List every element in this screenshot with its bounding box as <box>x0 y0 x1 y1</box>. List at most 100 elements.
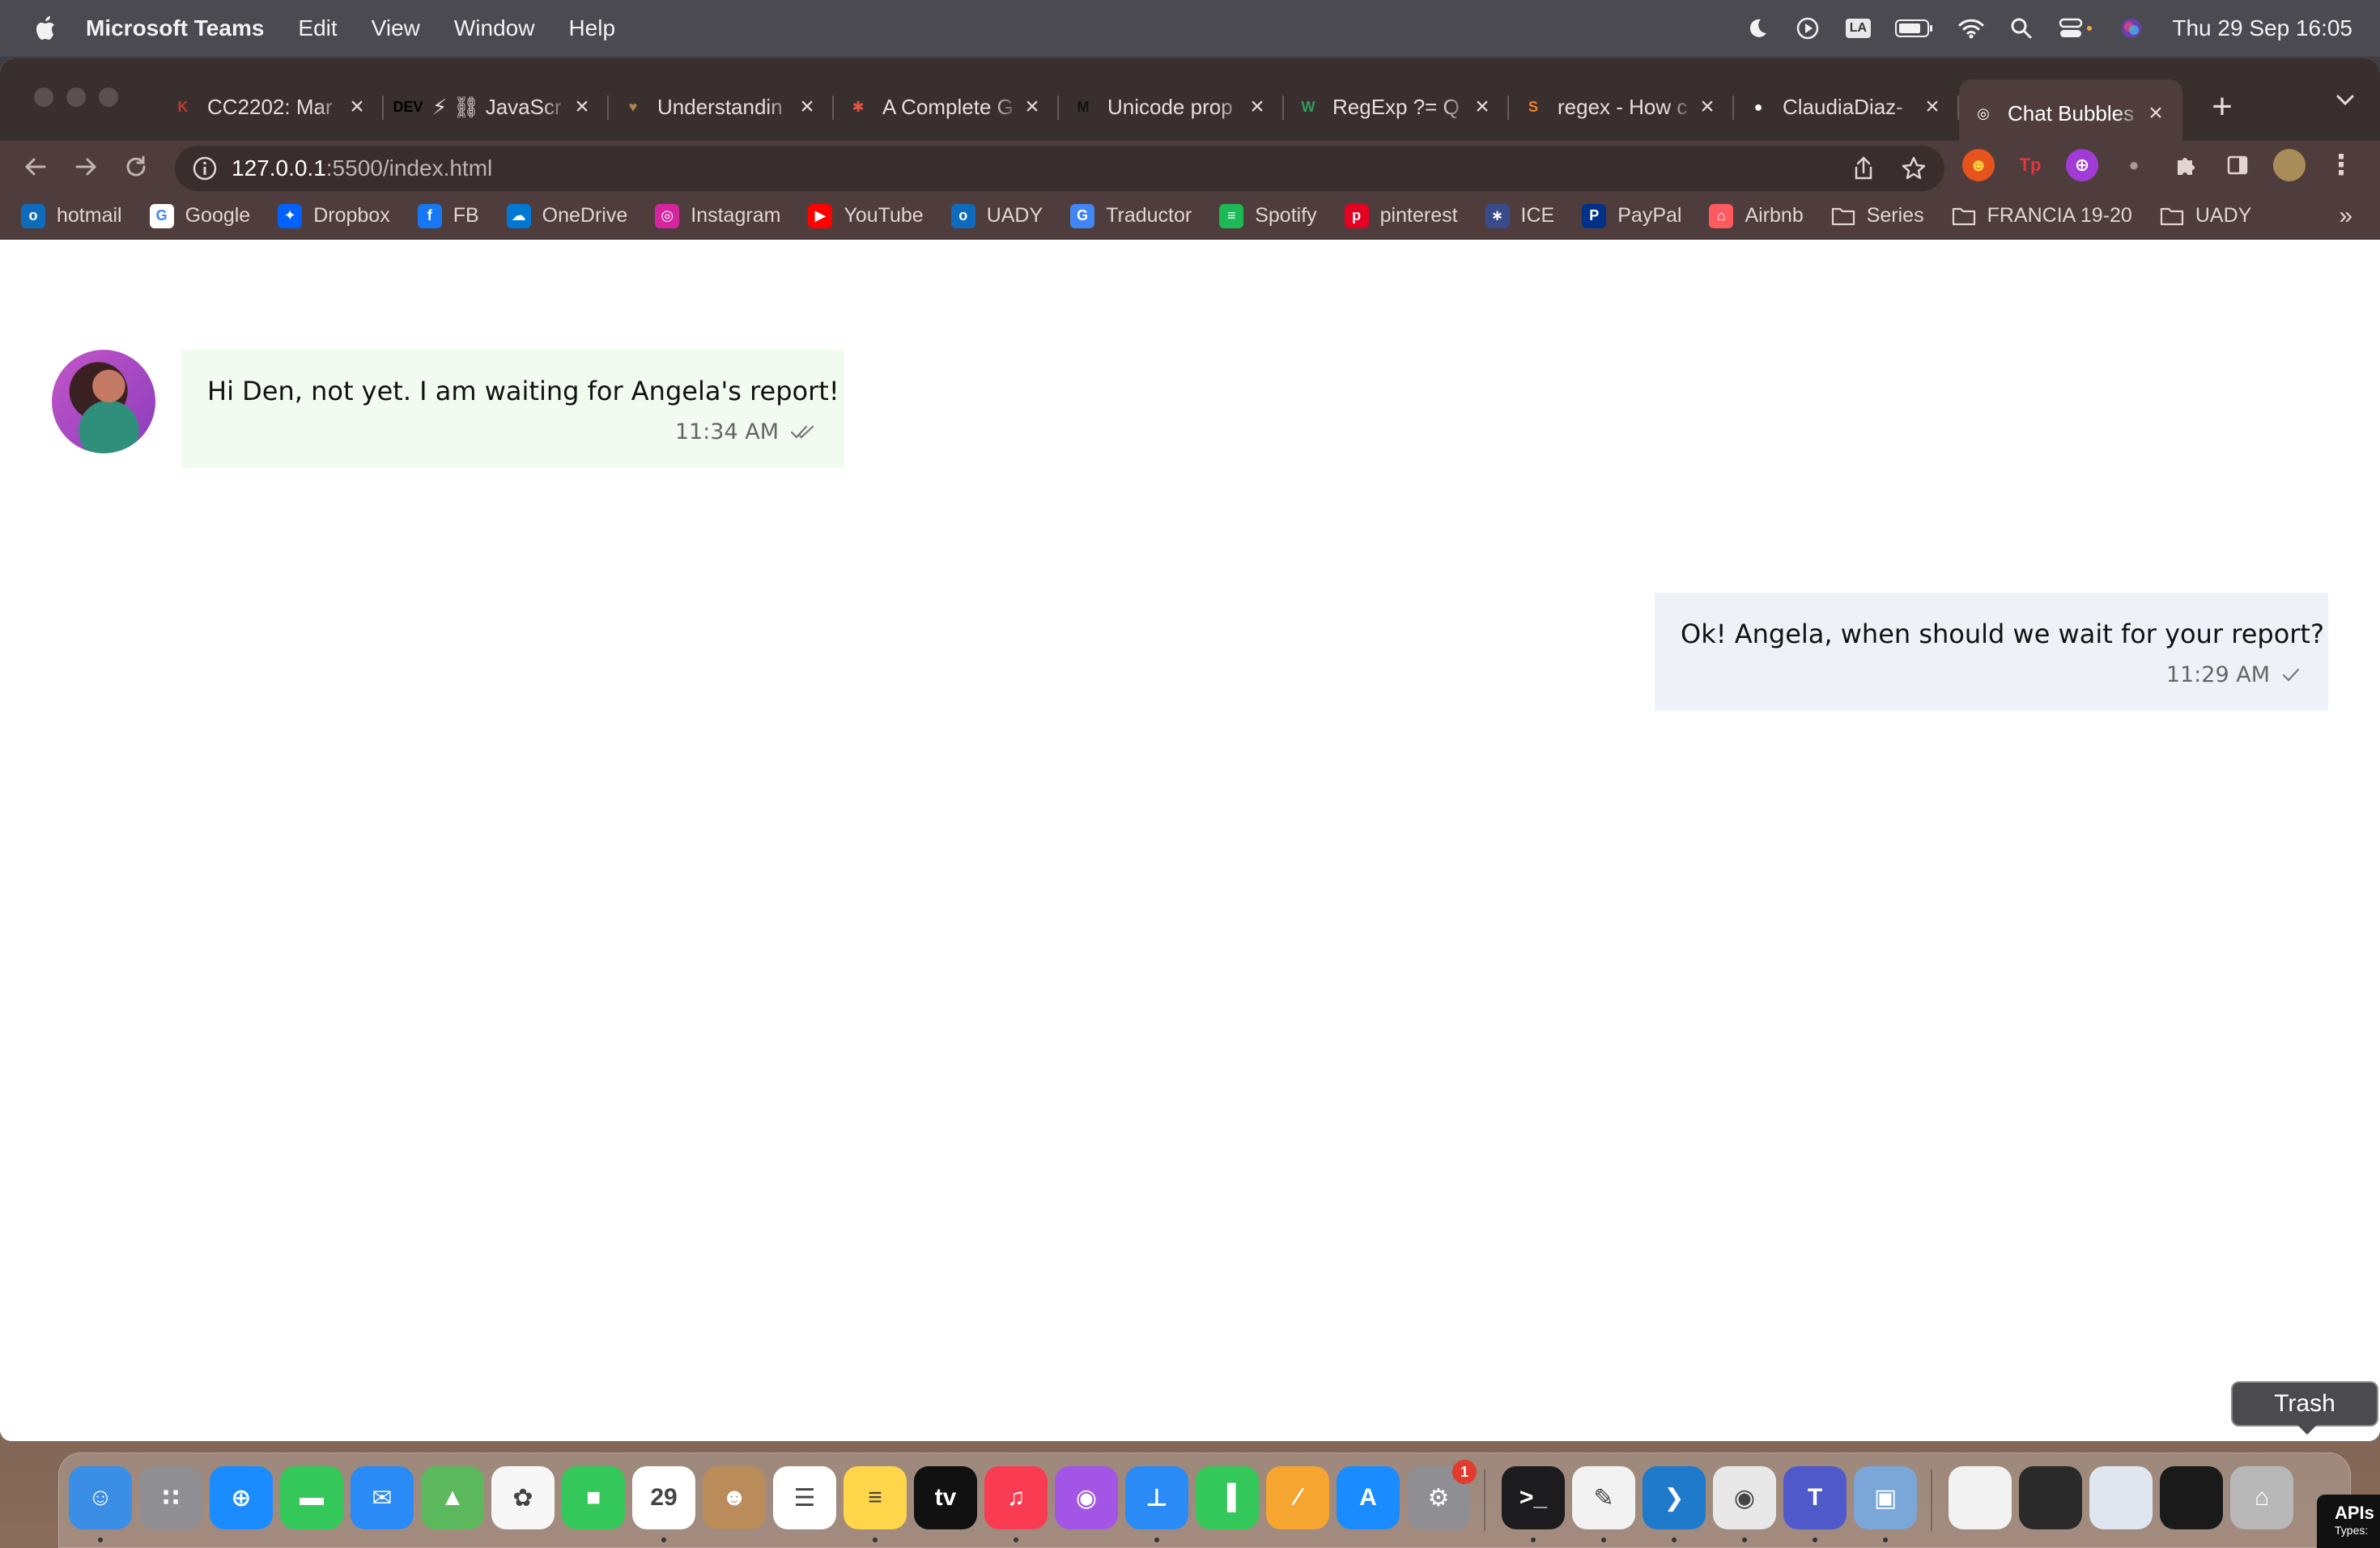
extension-purple-icon[interactable]: ⊕ <box>2066 149 2098 181</box>
forward-button[interactable] <box>71 152 100 181</box>
menu-window[interactable]: Window <box>454 15 535 41</box>
tab-close-icon[interactable]: × <box>570 93 594 121</box>
dock-reminders-icon[interactable]: ☰ <box>773 1466 836 1529</box>
profile-avatar[interactable] <box>2273 149 2306 181</box>
battery-icon[interactable] <box>1895 15 1934 41</box>
tab-close-icon[interactable]: × <box>1245 93 1269 121</box>
bookmarks-overflow-button[interactable]: » <box>2339 202 2352 230</box>
tab-3[interactable]: ♥ Understandin × <box>609 79 834 134</box>
dock-trash-icon[interactable]: ⌂ <box>2230 1466 2293 1529</box>
dock-app-store-icon[interactable]: A <box>1337 1466 1400 1529</box>
dock-mail-icon[interactable]: ✉ <box>351 1466 414 1529</box>
bookmark-francia-19-20[interactable]: FRANCIA 19-20 <box>1952 204 2132 228</box>
dock-notes-icon[interactable]: ≡ <box>844 1466 907 1529</box>
bookmark-instagram[interactable]: ◎ Instagram <box>655 203 780 228</box>
bookmark-ice[interactable]: ∗ ICE <box>1485 203 1554 228</box>
dock-pages-icon[interactable]: ∕ <box>1266 1466 1329 1529</box>
dock-podcasts-icon[interactable]: ◉ <box>1055 1466 1118 1529</box>
zoom-window-button[interactable] <box>99 87 118 107</box>
bookmark-onedrive[interactable]: ☁ OneDrive <box>506 203 627 228</box>
dock-photos-icon[interactable]: ✿ <box>491 1466 555 1529</box>
control-center-icon[interactable] <box>2059 15 2094 41</box>
dock-system-settings-icon[interactable]: ⚙ 1 <box>1407 1460 1477 1529</box>
tab-close-icon[interactable]: × <box>1020 93 1044 121</box>
extension-gray-icon[interactable]: ● <box>2118 149 2150 181</box>
back-button[interactable] <box>21 152 50 181</box>
dock-numbers-icon[interactable]: ▐ <box>1196 1466 1259 1529</box>
tab-2[interactable]: DEV ⚡ ⛓ JavaScr × <box>384 79 609 134</box>
tab-6[interactable]: W RegExp ?= Q × <box>1284 79 1509 134</box>
extension-tp-icon[interactable]: Tp <box>2014 149 2046 181</box>
dock-document-icon[interactable] <box>1949 1466 2012 1529</box>
dock-contacts-icon[interactable]: ☻ <box>703 1466 766 1529</box>
siri-icon[interactable] <box>2119 15 2144 41</box>
focus-moon-icon[interactable] <box>1745 15 1770 41</box>
address-bar[interactable]: 127.0.0.1:5500/index.html <box>175 146 1944 191</box>
dock-vs-code-icon[interactable]: ❯ <box>1643 1466 1706 1529</box>
dock-messages-icon[interactable]: ▬ <box>280 1466 343 1529</box>
url-text[interactable]: 127.0.0.1:5500/index.html <box>232 155 492 181</box>
search-icon[interactable] <box>2008 15 2034 41</box>
tab-close-icon[interactable]: × <box>1470 93 1494 121</box>
bookmark-google[interactable]: G Google <box>149 203 250 228</box>
tab-search-chevron-icon[interactable] <box>2335 89 2356 110</box>
bookmark-series[interactable]: Series <box>1831 204 1924 228</box>
dock-terminal-icon[interactable]: >_ <box>1502 1466 1565 1529</box>
bookmark-uady[interactable]: o UADY <box>950 203 1043 228</box>
extension-fox-icon[interactable]: ☻ <box>1962 149 1995 181</box>
dock-finder-icon[interactable]: ☺ <box>69 1466 132 1529</box>
bookmark-youtube[interactable]: ▶ YouTube <box>808 203 924 228</box>
tab-5[interactable]: M Unicode prop × <box>1059 79 1284 134</box>
more-menu-icon[interactable]: ⋮ <box>2325 149 2357 181</box>
tab-close-icon[interactable]: × <box>1695 93 1719 121</box>
dock-chrome-icon[interactable]: ◉ <box>1713 1466 1776 1529</box>
wifi-icon[interactable] <box>1958 15 1984 41</box>
tab-9[interactable]: ◎ Chat Bubbles × <box>1959 79 2182 147</box>
dock-screenshot-3-icon[interactable] <box>2160 1466 2223 1529</box>
tab-1[interactable]: K CC2202: Mar × <box>159 79 384 134</box>
dock-launchpad-icon[interactable]: ∷ <box>139 1466 202 1529</box>
menu-view[interactable]: View <box>372 15 420 41</box>
tab-close-icon[interactable]: × <box>345 93 369 121</box>
close-window-button[interactable] <box>34 87 53 107</box>
dock-calendar-icon[interactable]: 29 <box>632 1466 695 1529</box>
tab-4[interactable]: ✱ A Complete G × <box>834 79 1059 134</box>
extensions-puzzle-icon[interactable] <box>2170 149 2202 181</box>
apple-logo-icon[interactable] <box>32 15 57 42</box>
bookmark-fb[interactable]: f FB <box>417 203 479 228</box>
menu-edit[interactable]: Edit <box>298 15 337 41</box>
corner-widget[interactable]: APIs Types: <box>2317 1495 2380 1548</box>
dock-tv-icon[interactable]: tv <box>914 1466 977 1529</box>
dock-textedit-icon[interactable]: ✎ <box>1572 1466 1635 1529</box>
side-panel-icon[interactable] <box>2221 149 2254 181</box>
dock-screenshot-2-icon[interactable] <box>2089 1466 2153 1529</box>
bookmark-airbnb[interactable]: ⌂ Airbnb <box>1709 203 1804 228</box>
minimize-window-button[interactable] <box>66 87 86 107</box>
site-info-icon[interactable] <box>191 155 219 182</box>
tab-close-icon[interactable]: × <box>795 93 819 121</box>
menu-app-name[interactable]: Microsoft Teams <box>86 15 264 41</box>
dock-safari-icon[interactable]: ⊕ <box>210 1466 273 1529</box>
menu-help[interactable]: Help <box>568 15 615 41</box>
bookmark-uady[interactable]: UADY <box>2160 204 2251 228</box>
bookmark-traductor[interactable]: G Traductor <box>1070 203 1192 228</box>
bookmark-paypal[interactable]: P PayPal <box>1582 203 1681 228</box>
tab-close-icon[interactable]: × <box>1920 93 1944 121</box>
tab-7[interactable]: Sregex - How c × <box>1509 79 1734 134</box>
dock-music-icon[interactable]: ♫ <box>984 1466 1048 1529</box>
dock-screenshot-1-icon[interactable] <box>2019 1466 2082 1529</box>
bookmark-hotmail[interactable]: o hotmail <box>21 203 122 228</box>
new-tab-button[interactable]: + <box>2202 87 2242 127</box>
dock-maps-icon[interactable]: ▲ <box>421 1466 484 1529</box>
keyboard-input-icon[interactable]: LA <box>1845 15 1872 41</box>
tab-8[interactable]: ● ClaudiaDiaz- × <box>1734 79 1959 134</box>
bookmark-star-icon[interactable] <box>1899 154 1928 183</box>
bookmark-pinterest[interactable]: p pinterest <box>1344 203 1458 228</box>
tab-close-icon[interactable]: × <box>2144 100 2168 127</box>
bookmark-dropbox[interactable]: ✦ Dropbox <box>278 203 390 228</box>
dock-facetime-icon[interactable]: ■ <box>562 1466 625 1529</box>
dock-preview-icon[interactable]: ▣ <box>1854 1466 1917 1529</box>
bookmark-spotify[interactable]: ≡ Spotify <box>1219 203 1317 228</box>
dock-teams-icon[interactable]: T <box>1783 1466 1847 1529</box>
share-icon[interactable] <box>1849 154 1878 183</box>
